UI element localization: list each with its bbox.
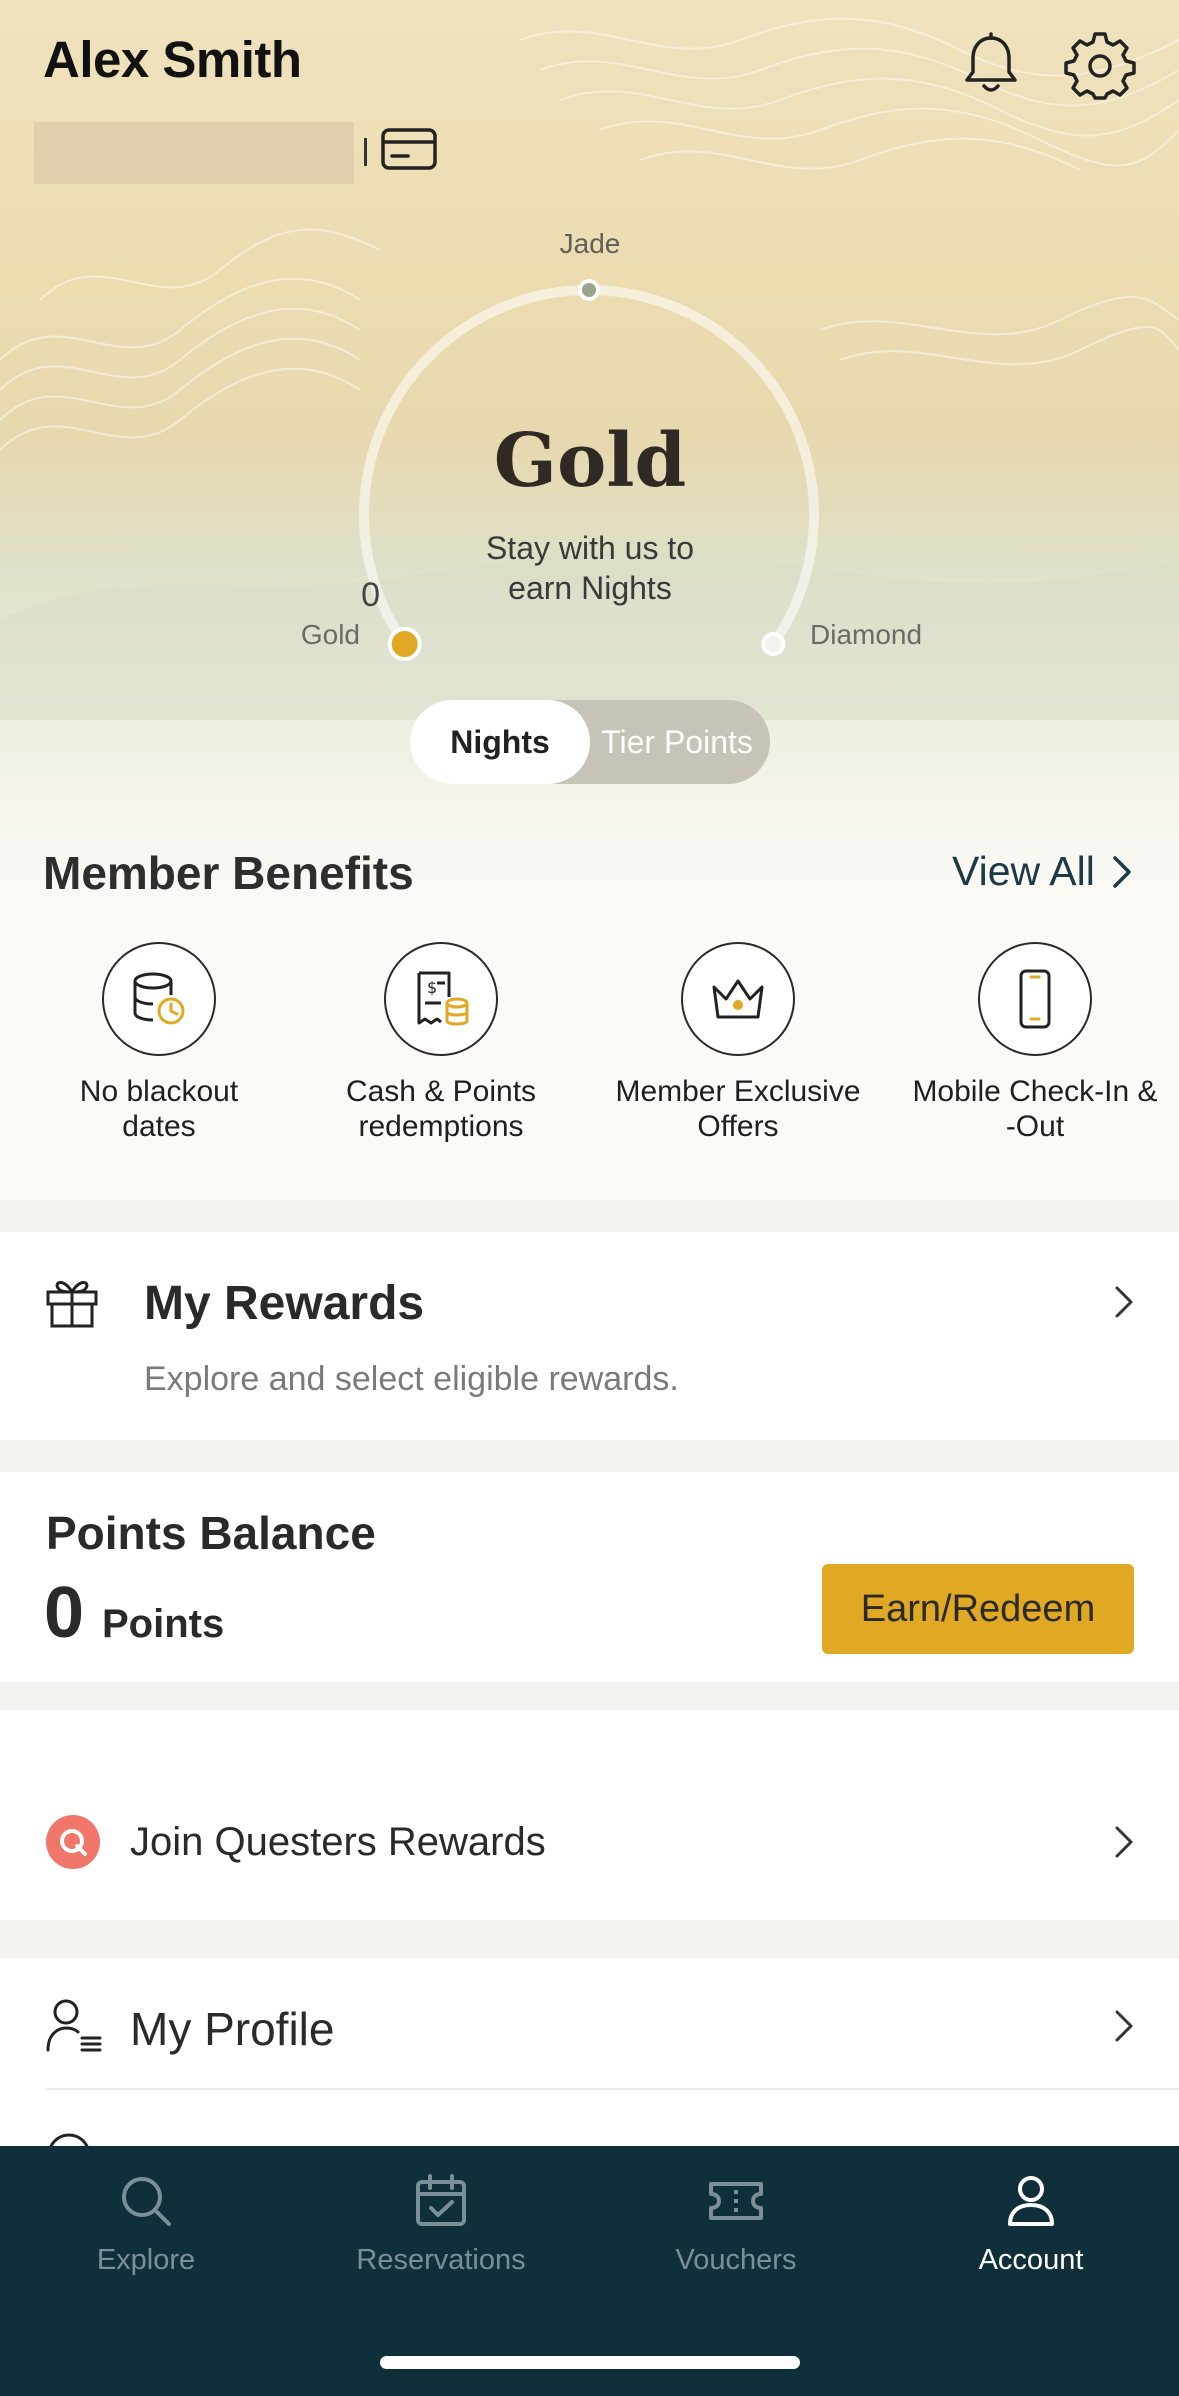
my-rewards-title: My Rewards	[144, 1277, 425, 1330]
nights-tierpoints-toggle[interactable]: Nights Tier Points	[410, 700, 770, 784]
benefit-icon-circle	[978, 942, 1092, 1056]
current-tier-name: Gold	[493, 418, 687, 504]
home-indicator	[380, 2356, 800, 2369]
benefit-no-blackout[interactable]: No blackout dates	[24, 942, 294, 1144]
mobile-phone-icon	[1019, 969, 1051, 1029]
benefit-label: Cash & Points redemptions	[306, 1074, 576, 1144]
benefit-label-line2: -Out	[1005, 1110, 1065, 1143]
tier-subtitle-line1: Stay with us to	[485, 530, 695, 566]
benefit-icon-circle	[102, 942, 216, 1056]
view-all-label: View All	[952, 848, 1095, 894]
search-icon	[122, 2177, 171, 2226]
benefit-label-line2: Offers	[697, 1110, 779, 1143]
points-balance-card: Points Balance 0 Points Earn/Redeem	[0, 1472, 1179, 1682]
benefit-label-line1: No blackout	[79, 1075, 239, 1108]
gold-tier-label: Gold	[300, 619, 360, 650]
diamond-tier-label: Diamond	[810, 619, 923, 650]
benefit-label-line1: Member Exclusive	[615, 1075, 861, 1108]
benefit-label: Mobile Check-In & -Out	[900, 1074, 1170, 1144]
my-rewards-card[interactable]: My Rewards Explore and select eligible r…	[0, 1232, 1179, 1440]
section-gap	[0, 1200, 1179, 1232]
join-questers-card[interactable]: Join Questers Rewards	[0, 1710, 1179, 1920]
tab-vouchers[interactable]: Vouchers	[621, 2172, 851, 2277]
chevron-right-icon	[1115, 2010, 1133, 2042]
benefit-label-line2: dates	[122, 1110, 196, 1143]
calendar-check-icon	[416, 2174, 466, 2226]
gift-icon	[46, 1281, 98, 1328]
person-icon	[1008, 2176, 1054, 2226]
nights-count: 0	[361, 576, 380, 614]
benefit-icon-circle	[681, 942, 795, 1056]
my-profile-card[interactable]: My Profile	[0, 1958, 1179, 2177]
chevron-right-icon	[1113, 855, 1131, 888]
tab-explore[interactable]: Explore	[31, 2172, 261, 2277]
crown-icon	[712, 979, 764, 1019]
database-clock-icon	[133, 972, 185, 1025]
benefit-exclusive-offers[interactable]: Member Exclusive Offers	[603, 942, 873, 1144]
receipt-coins-icon: $	[417, 971, 469, 1026]
diamond-marker-dot	[761, 632, 786, 657]
tab-account[interactable]: Account	[916, 2172, 1146, 2277]
benefit-icon-circle: $	[384, 942, 498, 1056]
earn-redeem-button[interactable]: Earn/Redeem	[822, 1564, 1134, 1654]
chevron-right-icon	[1115, 1826, 1133, 1858]
toggle-nights[interactable]: Nights	[410, 700, 590, 784]
questers-logo-icon	[46, 1815, 100, 1869]
section-gap	[0, 1682, 1179, 1710]
benefits-row: No blackout dates $ Cash & Points redemp…	[0, 910, 1179, 1200]
benefit-label: Member Exclusive Offers	[603, 1074, 873, 1144]
benefit-label-line1: Mobile Check-In &	[912, 1075, 1158, 1108]
ticket-icon	[709, 2182, 763, 2220]
chevron-right-icon	[1115, 1286, 1133, 1318]
bottom-tab-bar: Explore Reservations Vouchers Account	[0, 2146, 1179, 2396]
points-balance-value: 0	[44, 1573, 85, 1653]
section-gap	[0, 1920, 1179, 1958]
benefit-cash-points[interactable]: $ Cash & Points redemptions	[306, 942, 576, 1144]
points-unit-label: Points	[102, 1602, 225, 1646]
list-divider	[46, 2088, 1179, 2090]
q-letter-icon	[60, 1829, 87, 1856]
benefit-label-line2: redemptions	[358, 1110, 524, 1143]
my-profile-label: My Profile	[130, 2003, 335, 2055]
svg-text:$: $	[427, 978, 437, 997]
benefit-label: No blackout dates	[24, 1074, 294, 1144]
tab-label: Account	[978, 2244, 1084, 2276]
join-questers-label: Join Questers Rewards	[130, 1820, 546, 1864]
my-rewards-description: Explore and select eligible rewards.	[144, 1360, 679, 1398]
profile-list-icon	[46, 1999, 102, 2052]
tier-subtitle: Stay with us to earn Nights	[400, 528, 780, 608]
tab-reservations[interactable]: Reservations	[326, 2172, 556, 2277]
toggle-tier-points[interactable]: Tier Points	[582, 700, 772, 784]
section-gap	[0, 1440, 1179, 1472]
benefit-label-line1: Cash & Points	[345, 1075, 537, 1108]
current-progress-dot	[387, 627, 422, 662]
points-balance-title: Points Balance	[46, 1507, 376, 1559]
member-benefits-title: Member Benefits	[43, 847, 414, 899]
benefit-mobile-checkin[interactable]: Mobile Check-In & -Out	[900, 942, 1170, 1144]
tab-label: Reservations	[356, 2244, 526, 2276]
tier-subtitle-line2: earn Nights	[508, 570, 672, 606]
view-all-link[interactable]: View All	[952, 848, 1135, 895]
tab-label: Explore	[96, 2244, 196, 2276]
tier-hero: Alex Smith Jade Gold Stay with us to ear…	[0, 0, 1179, 910]
tab-label: Vouchers	[675, 2244, 797, 2276]
jade-tier-label: Jade	[559, 228, 621, 259]
jade-marker-dot	[578, 279, 600, 301]
